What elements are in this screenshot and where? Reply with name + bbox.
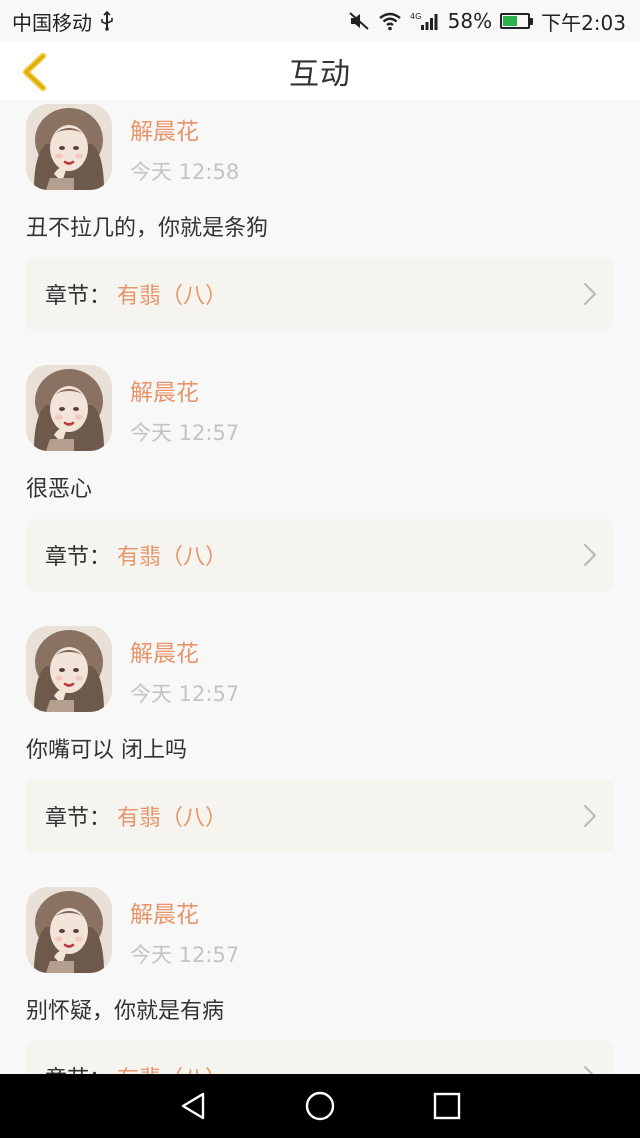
- username[interactable]: 解晨花: [130, 112, 199, 146]
- status-bar: 中国移动 4G 58% 下午2:03: [0, 0, 640, 42]
- chevron-right-icon: [583, 804, 597, 828]
- nav-back-button[interactable]: [171, 1084, 215, 1128]
- comment-item: 解晨花今天 12:57 很恶心章节： 有翡（八）: [0, 361, 640, 622]
- nav-recents-button[interactable]: [425, 1084, 469, 1128]
- comment-text: 别怀疑，你就是有病: [26, 999, 225, 1024]
- chevron-right-icon: [583, 1065, 597, 1074]
- battery-icon: [500, 13, 534, 29]
- username[interactable]: 解晨花: [130, 634, 199, 668]
- comment-item: 解晨花今天 12:57 你嘴可以 闭上吗章节： 有翡（八）: [0, 622, 640, 883]
- avatar[interactable]: [26, 626, 112, 712]
- chapter-label: 章节：: [45, 806, 112, 831]
- chapter-label: 章节：: [45, 284, 112, 309]
- battery-percent: 58%: [447, 9, 493, 33]
- chapter-title: 有翡（八）: [117, 284, 228, 309]
- nav-back-icon: [182, 1092, 205, 1120]
- network-type: 4G: [410, 12, 421, 21]
- screen: 中国移动 4G 58% 下午2:03 互动 解晨花 今天 12:58 丑不拉几的…: [0, 0, 640, 1138]
- nav-home-icon: [305, 1091, 335, 1121]
- usb-icon: [100, 11, 114, 31]
- chevron-right-icon: [583, 543, 597, 567]
- timestamp: 今天 12:57: [130, 943, 240, 967]
- avatar[interactable]: [26, 365, 112, 451]
- nav-recents-icon: [433, 1092, 460, 1120]
- avatar[interactable]: [26, 887, 112, 973]
- username[interactable]: 解晨花: [130, 895, 199, 929]
- timestamp: 今天 12:57: [130, 421, 240, 445]
- chapter-label: 章节：: [45, 1061, 111, 1074]
- comment-text: 很恶心: [26, 477, 93, 502]
- username[interactable]: 解晨花: [130, 373, 199, 407]
- chapter-title: 有翡（八）: [117, 806, 228, 831]
- comment-text: 你嘴可以 闭上吗: [26, 738, 187, 763]
- mute-icon: [348, 11, 370, 31]
- carrier-label: 中国移动: [12, 10, 92, 35]
- nav-home-button[interactable]: [298, 1084, 342, 1128]
- timestamp: 今天 12:58: [130, 160, 240, 184]
- back-chevron-icon: [23, 53, 46, 91]
- status-left: 中国移动: [12, 7, 114, 36]
- navigation-bar: [0, 1074, 640, 1138]
- page-title: 互动: [289, 57, 351, 92]
- comment-text: 丑不拉几的，你就是条狗: [26, 216, 269, 241]
- comment-item: 解晨花今天 12:57 别怀疑，你就是有病章节： 有翡（八）: [0, 883, 640, 1074]
- header-bar: 互动: [0, 42, 640, 100]
- chapter-link[interactable]: 章节：有翡（八）: [26, 258, 613, 330]
- signal-icon: 4G: [410, 11, 440, 31]
- chevron-right-icon: [583, 282, 597, 306]
- timestamp: 今天 12:57: [130, 682, 240, 706]
- chapter-title: 有翡（八）: [117, 1061, 227, 1074]
- avatar[interactable]: [26, 104, 112, 190]
- chapter-label: 章节：: [45, 545, 112, 570]
- comment-item: 解晨花今天 12:58 丑不拉几的，你就是条狗章节： 有翡（八）: [0, 100, 640, 361]
- battery-fill: [503, 16, 517, 26]
- wifi-icon: [378, 11, 402, 31]
- chapter-link[interactable]: 章节： 有翡（八）: [26, 1041, 613, 1074]
- back-button[interactable]: [14, 50, 54, 94]
- clock: 下午2:03: [541, 10, 626, 35]
- status-right: 4G 58% 下午2:03: [348, 7, 626, 36]
- chapter-link[interactable]: 章节：有翡（八）: [26, 519, 613, 591]
- chapter-link[interactable]: 章节：有翡（八）: [26, 780, 613, 852]
- comment-list: 解晨花 今天 12:58 丑不拉几的，你就是条狗 章节： 有翡（八） 解晨花 今天 12:5…: [0, 100, 640, 1074]
- chapter-title: 有翡（八）: [117, 545, 228, 570]
